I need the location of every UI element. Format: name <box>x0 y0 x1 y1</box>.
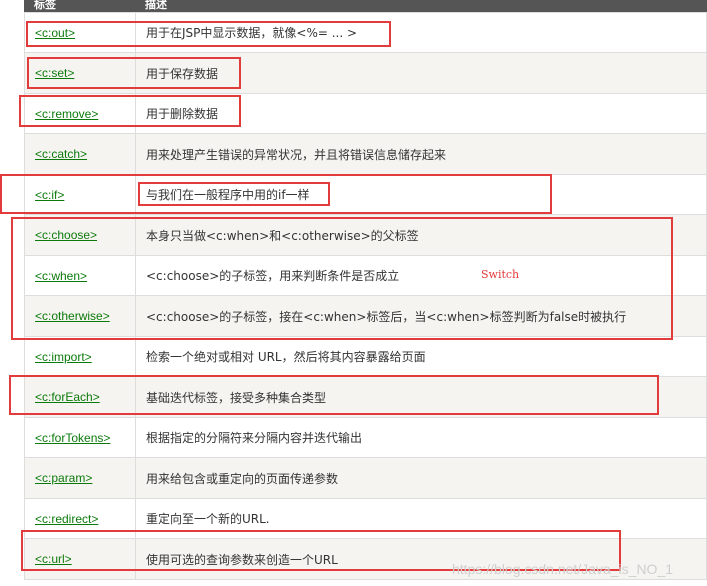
description-cell: <c:choose>的子标签，用来判断条件是否成立 <box>135 255 707 296</box>
table-row: <c:choose> 本身只当做<c:when>和<c:otherwise>的父标… <box>24 214 707 256</box>
tag-link[interactable]: <c:import> <box>35 350 92 364</box>
description-text: 用来给包含或重定向的页面传递参数 <box>146 471 339 486</box>
table-row: <c:forTokens> 根据指定的分隔符来分隔内容并迭代输出 <box>24 417 707 458</box>
table-row: <c:redirect> 重定向至一个新的URL. <box>24 498 707 539</box>
tag-cell: <c:catch> <box>24 133 136 175</box>
tag-cell: <c:param> <box>24 457 136 499</box>
tag-cell: <c:import> <box>24 336 136 377</box>
description-cell: 检索一个绝对或相对 URL，然后将其内容暴露给页面 <box>135 336 707 377</box>
header-description-label: 描述 <box>145 0 167 11</box>
tag-link[interactable]: <c:catch> <box>35 147 87 161</box>
description-cell: 用于保存数据 <box>135 52 707 94</box>
description-text: 用于保存数据 <box>146 66 219 81</box>
description-text: <c:choose>的子标签，用来判断条件是否成立 <box>146 269 400 283</box>
tag-cell: <c:set> <box>24 52 136 94</box>
description-cell: 本身只当做<c:when>和<c:otherwise>的父标签 <box>135 214 707 256</box>
description-text: 用来处理产生错误的异常状况，并且将错误信息储存起来 <box>146 147 447 162</box>
tag-cell: <c:out> <box>24 12 136 53</box>
description-text: 本身只当做<c:when>和<c:otherwise>的父标签 <box>146 228 419 243</box>
header-tag-label: 标签 <box>34 0 56 11</box>
table-row: <c:when> <c:choose>的子标签，用来判断条件是否成立 <box>24 255 707 296</box>
tag-link[interactable]: <c:param> <box>35 471 92 485</box>
tag-cell: <c:if> <box>24 174 136 215</box>
tag-link[interactable]: <c:remove> <box>35 107 98 121</box>
description-text: <c:choose>的子标签，接在<c:when>标签后，当<c:when>标签… <box>146 309 627 324</box>
tag-cell: <c:redirect> <box>24 498 136 539</box>
description-cell: 用来处理产生错误的异常状况，并且将错误信息储存起来 <box>135 133 707 175</box>
switch-annotation: Switch <box>481 268 520 281</box>
tag-cell: <c:remove> <box>24 93 136 134</box>
description-text: 用于删除数据 <box>146 107 219 121</box>
description-cell: <c:choose>的子标签，接在<c:when>标签后，当<c:when>标签… <box>135 295 707 337</box>
tag-cell: <c:when> <box>24 255 136 296</box>
tag-link[interactable]: <c:if> <box>35 188 64 202</box>
tag-cell: <c:forEach> <box>24 376 136 418</box>
tag-link[interactable]: <c:url> <box>35 552 72 566</box>
description-text: 与我们在一般程序中用的if一样 <box>146 188 310 202</box>
table-row: <c:remove> 用于删除数据 <box>24 93 707 134</box>
description-cell: 重定向至一个新的URL. <box>135 498 707 539</box>
tag-cell: <c:forTokens> <box>24 417 136 458</box>
jstl-core-tag-table: <c:out> 用于在JSP中显示数据，就像<%= ... > <c:set> 用于保… <box>24 12 707 580</box>
description-text: 重定向至一个新的URL. <box>146 512 270 526</box>
description-text: 基础迭代标签，接受多种集合类型 <box>146 390 327 405</box>
description-cell: 根据指定的分隔符来分隔内容并迭代输出 <box>135 417 707 458</box>
description-text: 根据指定的分隔符来分隔内容并迭代输出 <box>146 431 363 445</box>
table-row: <c:forEach> 基础迭代标签，接受多种集合类型 <box>24 376 707 418</box>
description-text: 检索一个绝对或相对 URL，然后将其内容暴露给页面 <box>146 350 426 364</box>
tag-cell: <c:url> <box>24 538 136 580</box>
description-text: 使用可选的查询参数来创造一个URL <box>146 552 338 567</box>
table-row: <c:if> 与我们在一般程序中用的if一样 <box>24 174 707 215</box>
table-row: <c:param> 用来给包含或重定向的页面传递参数 <box>24 457 707 499</box>
tag-link[interactable]: <c:forEach> <box>35 390 100 404</box>
watermark-text: https://blog.csdn.net/Java_is_NO_1 <box>452 561 674 577</box>
tag-link[interactable]: <c:out> <box>35 26 75 40</box>
description-cell: 用于删除数据 <box>135 93 707 134</box>
tag-link[interactable]: <c:redirect> <box>35 512 98 526</box>
tag-link[interactable]: <c:set> <box>35 66 74 80</box>
tag-cell: <c:otherwise> <box>24 295 136 337</box>
tag-link[interactable]: <c:when> <box>35 269 87 283</box>
tag-link[interactable]: <c:otherwise> <box>35 309 110 323</box>
table-row: <c:set> 用于保存数据 <box>24 52 707 94</box>
table-row: <c:catch> 用来处理产生错误的异常状况，并且将错误信息储存起来 <box>24 133 707 175</box>
description-cell: 与我们在一般程序中用的if一样 <box>135 174 707 215</box>
tag-link[interactable]: <c:forTokens> <box>35 431 110 445</box>
table-row: <c:otherwise> <c:choose>的子标签，接在<c:when>标签… <box>24 295 707 337</box>
description-cell: 用来给包含或重定向的页面传递参数 <box>135 457 707 499</box>
tag-link[interactable]: <c:choose> <box>35 228 97 242</box>
table-header: 标签 描述 <box>24 0 707 12</box>
description-text: 用于在JSP中显示数据，就像<%= ... > <box>146 26 358 40</box>
description-cell: 用于在JSP中显示数据，就像<%= ... > <box>135 12 707 53</box>
tag-cell: <c:choose> <box>24 214 136 256</box>
description-cell: 基础迭代标签，接受多种集合类型 <box>135 376 707 418</box>
table-row: <c:out> 用于在JSP中显示数据，就像<%= ... > <box>24 12 707 53</box>
table-body: <c:out> 用于在JSP中显示数据，就像<%= ... > <c:set> 用于保… <box>24 12 707 580</box>
table-row: <c:import> 检索一个绝对或相对 URL，然后将其内容暴露给页面 <box>24 336 707 377</box>
